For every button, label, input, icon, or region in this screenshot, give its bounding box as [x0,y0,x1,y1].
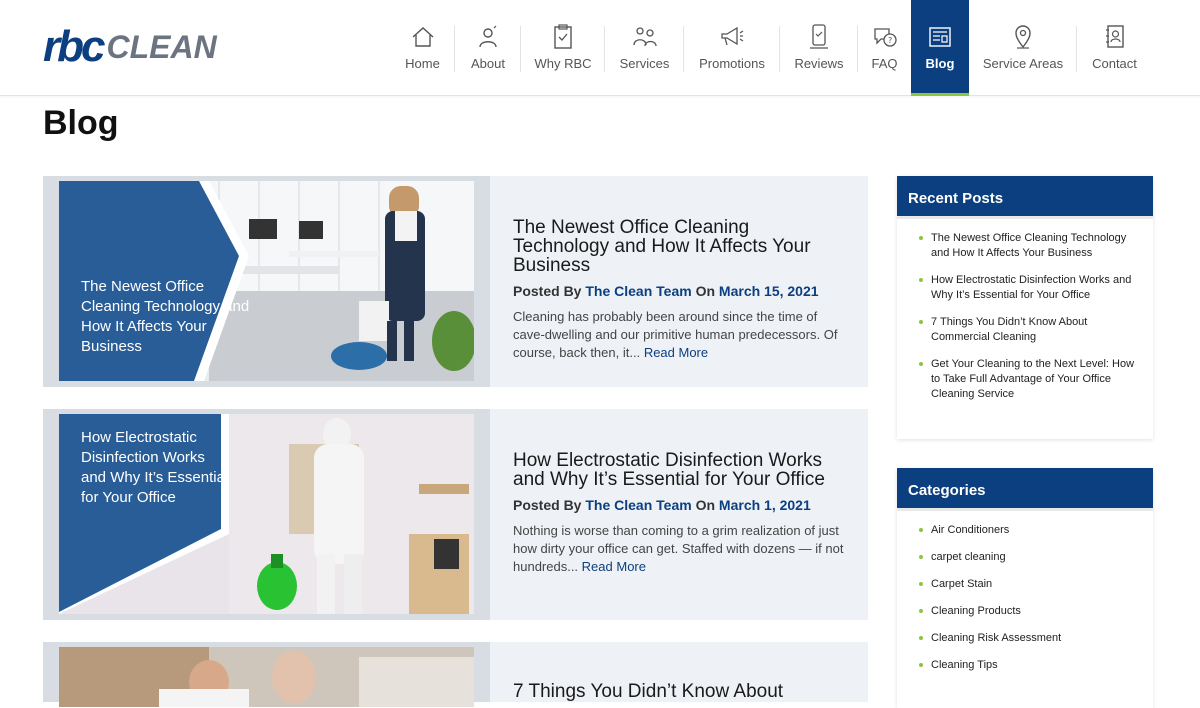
logo[interactable]: rbc CLEAN [43,22,217,72]
thumbnail-overlay-text: The Newest Office Cleaning Technology an… [81,278,250,355]
logo-clean: CLEAN [106,28,217,65]
posted-by-label: Posted By [513,283,582,299]
svg-text:?: ? [888,36,892,45]
person-icon [475,24,501,50]
thumbnail-overlay-text: How Electrostatic Disinfection Works and… [81,429,229,506]
logo-rbc: rbc [43,22,106,71]
post-meta: Posted By The Clean Team On March 15, 20… [513,283,848,299]
category-link[interactable]: Air Conditioners [931,524,1009,536]
read-more-link[interactable]: Read More [644,345,708,360]
nav-label: About [471,56,505,71]
list-item: Cleaning Tips [919,658,1139,673]
location-pin-icon [1010,24,1036,50]
megaphone-icon [719,24,745,50]
post-content: 7 Things You Didn’t Know About [513,682,848,701]
list-item: Air Conditioners [919,523,1139,538]
list-item: Carpet Stain [919,577,1139,592]
post-excerpt-text: Nothing is worse than coming to a grim r… [513,523,844,574]
post-title-link[interactable]: 7 Things You Didn’t Know About [513,681,783,702]
list-item: How Electrostatic Disinfection Works and… [919,273,1139,303]
post-author-link[interactable]: The Clean Team [585,283,691,299]
post-thumbnail[interactable]: The Newest Office Cleaning Technology an… [59,181,474,381]
category-link[interactable]: Cleaning Tips [931,659,998,671]
nav-contact[interactable]: Contact [1077,0,1152,96]
post-author-link[interactable]: The Clean Team [585,497,691,513]
list-item: 7 Things You Didn’t Know About Commercia… [919,315,1139,345]
list-item: The Newest Office Cleaning Technology an… [919,231,1139,261]
recent-post-link[interactable]: 7 Things You Didn’t Know About Commercia… [931,316,1087,343]
post-thumbnail-frame [43,642,490,707]
post-content: The Newest Office Cleaning Technology an… [513,218,848,362]
site-header: rbc CLEAN Home About Why RBC Services Pr… [0,0,1200,96]
nav-services[interactable]: Services [605,0,684,96]
post-thumbnail-frame: The Newest Office Cleaning Technology an… [43,176,490,387]
chat-question-icon: ? [872,24,898,50]
nav-about[interactable]: About [455,0,521,96]
post-thumbnail[interactable]: How Electrostatic Disinfection Works and… [59,414,474,614]
recent-post-link[interactable]: The Newest Office Cleaning Technology an… [931,232,1126,259]
on-label: On [695,283,716,299]
post-date: March 1, 2021 [718,497,811,513]
nav-home[interactable]: Home [390,0,455,96]
post-thumbnail[interactable] [59,647,474,707]
category-link[interactable]: carpet cleaning [931,551,1006,563]
recent-posts-widget: Recent Posts The Newest Office Cleaning … [897,176,1153,439]
post-title-link[interactable]: How Electrostatic Disinfection Works and… [513,450,825,490]
post-excerpt: Cleaning has probably been around since … [513,308,848,362]
nav-label: FAQ [871,56,898,71]
category-link[interactable]: Carpet Stain [931,578,992,590]
list-item: Cleaning Risk Assessment [919,631,1139,646]
read-more-link[interactable]: Read More [582,559,646,574]
cleaning-people-icon [632,24,658,50]
main-nav: Home About Why RBC Services Promotions R… [390,0,1152,96]
blog-post-card: The Newest Office Cleaning Technology an… [43,176,868,387]
clipboard-icon [550,24,576,50]
post-title-link[interactable]: The Newest Office Cleaning Technology an… [513,217,811,276]
nav-reviews[interactable]: Reviews [780,0,858,96]
post-thumbnail-frame: How Electrostatic Disinfection Works and… [43,409,490,620]
phone-review-icon [806,24,832,50]
list-item: carpet cleaning [919,550,1139,565]
categories-list: Air Conditioners carpet cleaning Carpet … [897,511,1153,693]
address-book-icon [1102,24,1128,50]
recent-posts-heading: Recent Posts [897,176,1153,219]
recent-posts-list: The Newest Office Cleaning Technology an… [897,219,1153,422]
nav-label: Blog [925,56,955,71]
categories-heading: Categories [897,468,1153,511]
posted-by-label: Posted By [513,497,582,513]
post-content: How Electrostatic Disinfection Works and… [513,451,848,576]
nav-label: Why RBC [534,56,592,71]
nav-why-rbc[interactable]: Why RBC [521,0,605,96]
nav-label: Home [405,56,440,71]
post-meta: Posted By The Clean Team On March 1, 202… [513,497,848,513]
nav-label: Reviews [794,56,844,71]
home-icon [410,24,436,50]
category-link[interactable]: Cleaning Products [931,605,1021,617]
nav-label: Contact [1092,56,1137,71]
nav-service-areas[interactable]: Service Areas [969,0,1077,96]
nav-blog[interactable]: Blog [911,0,969,96]
nav-label: Promotions [699,56,765,71]
post-excerpt: Nothing is worse than coming to a grim r… [513,522,848,576]
blog-post-card: How Electrostatic Disinfection Works and… [43,409,868,620]
page-title: Blog [43,104,119,142]
category-link[interactable]: Cleaning Risk Assessment [931,632,1061,644]
blog-post-card: 7 Things You Didn’t Know About [43,642,868,707]
nav-label: Service Areas [982,56,1064,71]
list-item: Get Your Cleaning to the Next Level: How… [919,357,1139,402]
nav-promotions[interactable]: Promotions [684,0,780,96]
nav-faq[interactable]: ? FAQ [858,0,911,96]
blog-icon [927,24,953,50]
on-label: On [695,497,716,513]
categories-widget: Categories Air Conditioners carpet clean… [897,468,1153,708]
list-item: Cleaning Products [919,604,1139,619]
post-date: March 15, 2021 [718,283,819,299]
recent-post-link[interactable]: How Electrostatic Disinfection Works and… [931,274,1131,301]
nav-label: Services [619,56,670,71]
recent-post-link[interactable]: Get Your Cleaning to the Next Level: How… [931,358,1134,400]
